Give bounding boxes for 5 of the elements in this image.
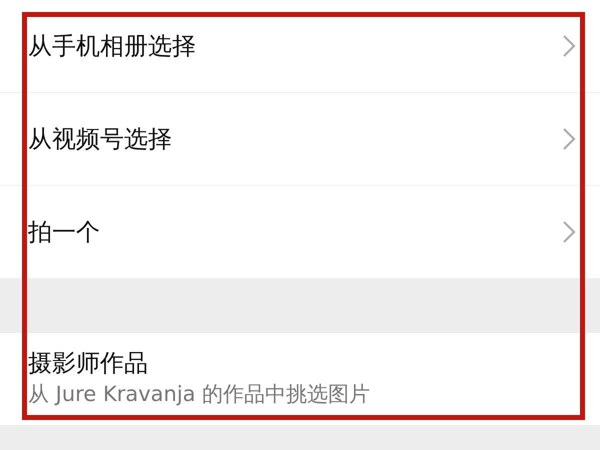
chevron-right-icon <box>562 220 576 244</box>
item-subtitle: 从 Jure Kravanja 的作品中挑选图片 <box>28 381 372 408</box>
chevron-right-icon <box>562 34 576 58</box>
item-title: 摄影师作品 <box>28 348 149 379</box>
chevron-right-icon <box>562 127 576 151</box>
